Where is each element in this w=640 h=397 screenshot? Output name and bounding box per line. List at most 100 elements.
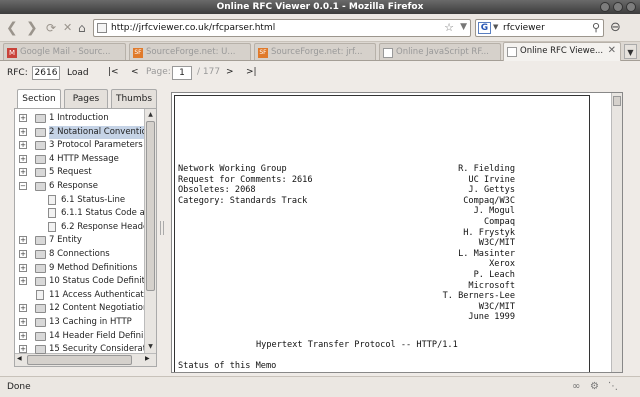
tree-item-label: 6.1 Status-Line xyxy=(61,194,126,205)
back-button[interactable]: ❮ xyxy=(6,19,18,37)
home-icon[interactable]: ⌂ xyxy=(78,19,86,37)
expand-icon[interactable]: + xyxy=(19,141,27,150)
next-page-button[interactable]: > xyxy=(226,67,234,77)
tree-item-label: 1 Introduction xyxy=(49,113,109,123)
tree-item[interactable]: 6.1.1 Status Code an xyxy=(15,207,144,220)
tree-item[interactable]: +5 Request xyxy=(15,166,144,179)
window-title-bar: Online RFC Viewer 0.0.1 - Mozilla Firefo… xyxy=(0,0,640,14)
expand-icon[interactable]: + xyxy=(19,263,27,272)
engine-dropdown-icon[interactable]: ▼ xyxy=(493,23,498,31)
expand-icon[interactable]: + xyxy=(19,168,27,177)
navigation-panel: Section Pages Thumbs ▲ ▼ ◀ ▶ +1 Introduc… xyxy=(14,89,157,369)
search-input[interactable]: rfcviewer xyxy=(503,23,545,33)
tab-pages[interactable]: Pages xyxy=(64,89,108,108)
tab-thumbs[interactable]: Thumbs xyxy=(111,89,157,108)
header-right-line: Compaq xyxy=(483,217,515,227)
tree-item[interactable]: +7 Entity xyxy=(15,234,144,247)
tree-item[interactable]: +1 Introduction xyxy=(15,112,144,125)
tree-item[interactable]: +13 Caching in HTTP xyxy=(15,316,144,329)
tree-item[interactable]: +2 Notational Conventio xyxy=(15,125,144,139)
search-icon[interactable]: ⚲ xyxy=(592,21,600,34)
folder-icon xyxy=(35,168,46,178)
close-window-button[interactable] xyxy=(626,2,636,12)
tree-item[interactable]: 6.2 Response Heade xyxy=(15,221,144,234)
folder-icon xyxy=(35,331,46,341)
scroll-down-icon[interactable]: ▼ xyxy=(146,342,155,352)
expand-icon[interactable]: + xyxy=(19,127,27,136)
expand-icon[interactable]: + xyxy=(19,114,27,122)
scroll-thumb[interactable] xyxy=(613,96,621,106)
maximize-button[interactable] xyxy=(613,2,623,12)
collapse-icon[interactable]: − xyxy=(19,182,27,190)
tree-item[interactable]: +12 Content Negotiation xyxy=(15,302,144,315)
load-button[interactable]: Load xyxy=(67,68,89,78)
tab-online-javascript[interactable]: Online JavaScript RF... xyxy=(379,43,501,60)
header-left-line: Network Working Group xyxy=(178,164,287,174)
header-right-line: UC Irvine xyxy=(468,174,515,185)
menu-circle-icon[interactable]: ⊖ xyxy=(610,20,621,35)
expand-icon[interactable]: + xyxy=(19,277,27,286)
bookmark-star-icon[interactable]: ☆ xyxy=(444,21,454,34)
scroll-right-icon[interactable]: ▶ xyxy=(145,355,150,362)
tree-item[interactable]: 6.1 Status-Line xyxy=(15,194,144,207)
prev-page-button[interactable]: < xyxy=(131,67,139,77)
tab-online-rfc-viewer[interactable]: Online RFC Viewe... ✕ xyxy=(503,42,621,61)
minimize-button[interactable] xyxy=(600,2,610,12)
expand-icon[interactable]: + xyxy=(19,304,27,313)
expand-icon[interactable]: + xyxy=(19,345,27,354)
tree-item[interactable]: − 6 Response xyxy=(15,180,144,193)
folder-icon xyxy=(35,250,46,259)
expand-icon[interactable]: + xyxy=(19,154,27,163)
tree-item[interactable]: +14 Header Field Defini xyxy=(15,330,144,343)
reload-icon[interactable]: ⟳ xyxy=(46,19,56,37)
rfc-number-input[interactable]: 2616 xyxy=(32,66,60,80)
tree-item[interactable]: +10 Status Code Definit xyxy=(15,275,144,288)
tree-item-label: 10 Status Code Definit xyxy=(49,276,144,287)
sourceforge-icon: SF xyxy=(133,48,143,58)
scroll-thumb[interactable] xyxy=(146,121,155,291)
tree-item-label: 14 Header Field Defini xyxy=(49,330,144,341)
tree-item[interactable]: +8 Connections xyxy=(15,248,144,261)
page-icon xyxy=(383,48,393,58)
sourceforge-icon: SF xyxy=(258,48,268,58)
tree-vertical-scrollbar[interactable]: ▲ ▼ xyxy=(144,109,156,353)
header-right-line: T. Berners-Lee xyxy=(442,291,515,302)
header-left-line: Category: Standards Track xyxy=(178,195,308,206)
expand-icon[interactable]: + xyxy=(19,250,27,258)
close-tab-icon[interactable]: ✕ xyxy=(608,45,616,56)
first-page-button[interactable]: |< xyxy=(108,67,119,77)
tree-item[interactable]: +15 Security Considerat xyxy=(15,343,144,356)
forward-button[interactable]: ❯ xyxy=(26,19,38,37)
last-page-button[interactable]: >| xyxy=(246,67,257,77)
tree-item[interactable]: +9 Method Definitions xyxy=(15,262,144,275)
folder-icon xyxy=(35,127,46,137)
tab-section[interactable]: Section xyxy=(17,89,61,109)
dropdown-arrow-icon[interactable]: ▼ xyxy=(460,22,467,32)
search-engine-icon[interactable]: G xyxy=(478,22,491,34)
scroll-thumb[interactable] xyxy=(27,355,132,365)
tree-item-label: 11 Access Authenticati xyxy=(49,289,144,300)
expand-icon[interactable]: + xyxy=(19,331,27,340)
tab-google-mail[interactable]: M Google Mail - Sourc... xyxy=(3,43,126,60)
rfc-toolbar: RFC: 2616 Load |< < Page: 1 / 177 > >| xyxy=(0,61,640,84)
stop-icon[interactable]: ✕ xyxy=(63,19,72,37)
expand-icon[interactable]: + xyxy=(19,236,27,245)
tab-list-dropdown-icon[interactable]: ▼ xyxy=(624,44,637,59)
navigation-toolbar: ❮ ❯ ⟳ ✕ ⌂ http://jrfcviewer.co.uk/rfcpar… xyxy=(0,14,640,42)
header-right-line: R. Fielding xyxy=(458,164,515,174)
scroll-up-icon[interactable]: ▲ xyxy=(146,110,155,120)
rfc-label: RFC: xyxy=(7,68,28,78)
tab-sourceforge-1[interactable]: SF SourceForge.net: U... xyxy=(129,43,251,60)
search-bar[interactable]: G ▼ rfcviewer ⚲ xyxy=(475,19,604,37)
expand-icon[interactable]: + xyxy=(19,318,27,326)
tree-item[interactable]: +3 Protocol Parameters xyxy=(15,139,144,152)
document-scrollbar[interactable] xyxy=(611,93,622,372)
tab-sourceforge-2[interactable]: SF SourceForge.net: jrf... xyxy=(254,43,376,60)
panel-splitter[interactable] xyxy=(160,221,164,235)
tree-item[interactable]: +4 HTTP Message xyxy=(15,153,144,166)
page-number-input[interactable]: 1 xyxy=(172,66,192,80)
url-bar[interactable]: http://jrfcviewer.co.uk/rfcparser.html ☆… xyxy=(93,19,471,37)
header-right-line: Microsoft xyxy=(468,280,515,291)
tree-item[interactable]: 11 Access Authenticati xyxy=(15,289,144,302)
tree-item-label: 4 HTTP Message xyxy=(49,153,119,164)
